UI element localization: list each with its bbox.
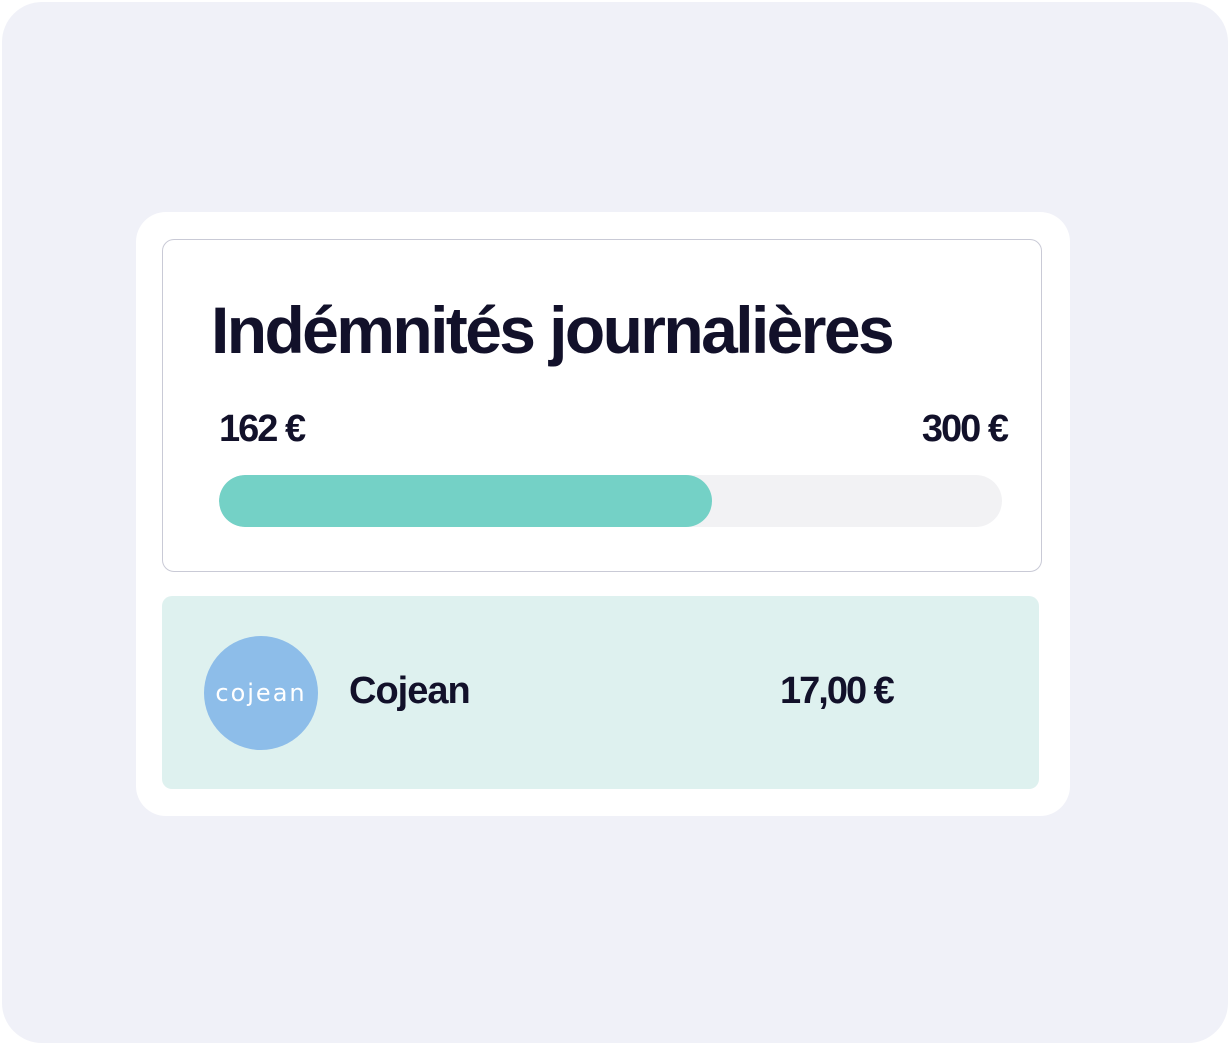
merchant-name: Cojean <box>349 670 471 712</box>
current-amount: 162 € <box>219 408 306 450</box>
transaction-amount: 17,00 € <box>780 670 895 712</box>
card-title: Indémnités journalières <box>211 293 895 367</box>
progress-bar <box>219 475 1002 527</box>
max-amount: 300 € <box>921 408 1009 450</box>
merchant-logo-text: cojean <box>215 679 307 707</box>
transaction-row[interactable]: cojean Cojean 17,00 € <box>162 596 1039 789</box>
progress-bar-fill <box>219 475 713 527</box>
merchant-logo: cojean <box>204 636 318 750</box>
allowance-progress-card: Indémnités journalières 162 € 300 € <box>162 239 1042 572</box>
